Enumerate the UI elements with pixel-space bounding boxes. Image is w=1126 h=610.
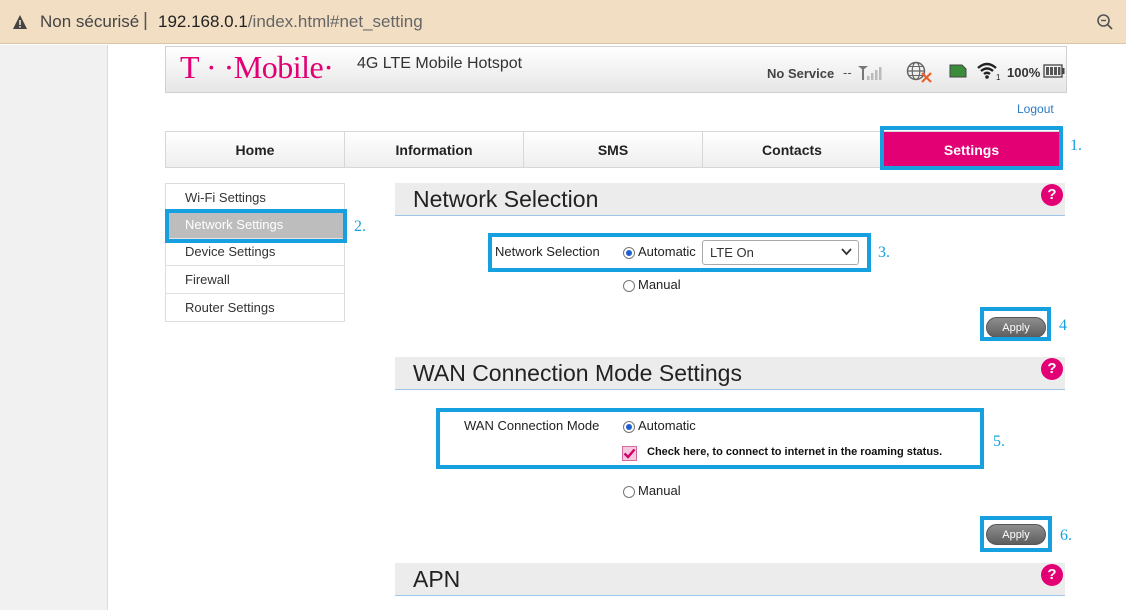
annotation-number-4: 4 [1059,317,1067,334]
url-field[interactable]: 192.168.0.1/index.html#net_setting [158,12,423,32]
tmobile-logo[interactable]: T · ·Mobile· [180,49,334,86]
wan-manual-label: Manual [638,483,681,498]
network-status: No Service [767,66,835,81]
annotation-box-4 [980,307,1051,341]
annotation-number-2: 2. [354,218,366,235]
network-manual-label: Manual [638,277,681,292]
svg-text:1: 1 [996,73,1001,81]
battery-percentage: 100% [1007,65,1041,80]
internet-disconnected-icon [906,61,932,83]
annotation-number-3: 3. [878,244,890,261]
side-item-firewall[interactable]: Firewall [166,266,344,294]
tab-sms[interactable]: SMS [524,132,703,167]
logout-link[interactable]: Logout [1017,102,1054,116]
url-path: /index.html#net_setting [247,12,423,31]
section-title: APN [413,566,461,592]
tab-information[interactable]: Information [345,132,524,167]
annotation-number-6: 6. [1060,527,1072,544]
help-icon[interactable]: ? [1041,184,1063,206]
settings-side-menu: Wi-Fi Settings Network Settings Device S… [165,183,345,322]
sim-card-icon [949,64,967,78]
help-icon[interactable]: ? [1041,564,1063,586]
wan-manual-radio[interactable] [623,486,635,498]
annotation-box-6 [980,516,1052,552]
annotation-number-1: 1. [1070,137,1082,154]
app-header: T · ·Mobile· 4G LTE Mobile Hotspot No Se… [165,46,1067,93]
signal-strength-icon [858,66,882,80]
side-item-wifi-settings[interactable]: Wi-Fi Settings [166,184,344,212]
network-type: -- [843,65,852,80]
side-item-router-settings[interactable]: Router Settings [166,293,344,321]
zoom-icon[interactable] [1096,13,1114,31]
tab-home[interactable]: Home [166,132,345,167]
page-gutter [0,45,108,610]
section-title: WAN Connection Mode Settings [413,360,742,386]
apn-header: APN ? [395,563,1065,596]
network-selection-header: Network Selection ? [395,183,1065,216]
help-icon[interactable]: ? [1041,358,1063,380]
annotation-box-3 [488,233,871,272]
url-host: 192.168.0.1 [158,12,248,31]
tab-contacts[interactable]: Contacts [703,132,882,167]
wifi-icon: 1 [977,62,1001,81]
battery-icon [1043,64,1065,78]
device-title: 4G LTE Mobile Hotspot [357,55,523,72]
section-title: Network Selection [413,186,599,212]
annotation-box-5 [436,408,984,469]
wan-settings-header: WAN Connection Mode Settings ? [395,357,1065,390]
address-separator: | [143,10,148,31]
network-manual-radio[interactable] [623,280,635,292]
annotation-number-5: 5. [993,433,1005,450]
annotation-box-1 [880,126,1063,170]
browser-address-bar: Non sécurisé | 192.168.0.1/index.html#ne… [0,0,1126,44]
annotation-box-2 [165,209,347,243]
warning-icon [13,15,27,29]
security-label[interactable]: Non sécurisé [40,12,139,32]
